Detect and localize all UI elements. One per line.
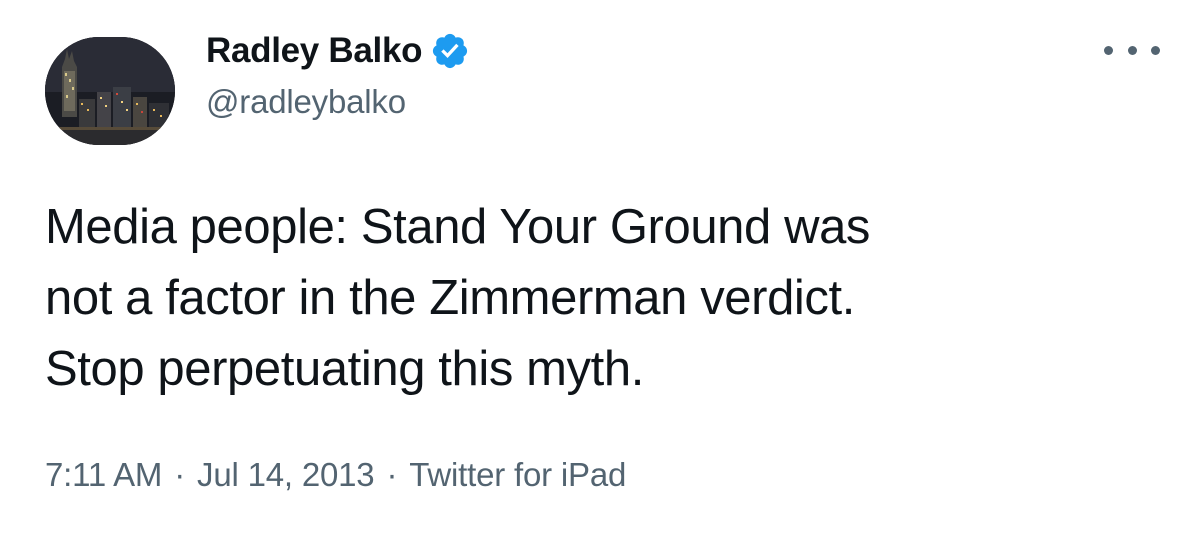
meta-separator: · <box>386 456 398 493</box>
more-options-icon[interactable] <box>1104 38 1160 62</box>
author-display-name[interactable]: Radley Balko <box>206 31 423 71</box>
author-handle[interactable]: @radleybalko <box>206 83 406 121</box>
more-dot-icon <box>1127 45 1137 55</box>
tweet-time[interactable]: 7:11 AM <box>45 456 162 494</box>
more-dot-icon <box>1151 45 1160 55</box>
tweet-metadata: 7:11 AM · Jul 14, 2013 · Twitter for iPa… <box>45 456 626 494</box>
skyline-image <box>45 37 175 145</box>
verified-badge-icon <box>430 31 470 71</box>
meta-separator: · <box>174 456 186 493</box>
more-dot-icon <box>1104 45 1113 55</box>
tweet-source[interactable]: Twitter for iPad <box>409 456 626 494</box>
tweet-card: Radley Balko @radleybalko Media people: … <box>0 0 1200 545</box>
author-avatar[interactable] <box>45 37 175 145</box>
author-name-row: Radley Balko <box>206 28 470 74</box>
tweet-text: Media people: Stand Your Ground was not … <box>45 200 871 396</box>
tweet-date[interactable]: Jul 14, 2013 <box>197 456 375 494</box>
